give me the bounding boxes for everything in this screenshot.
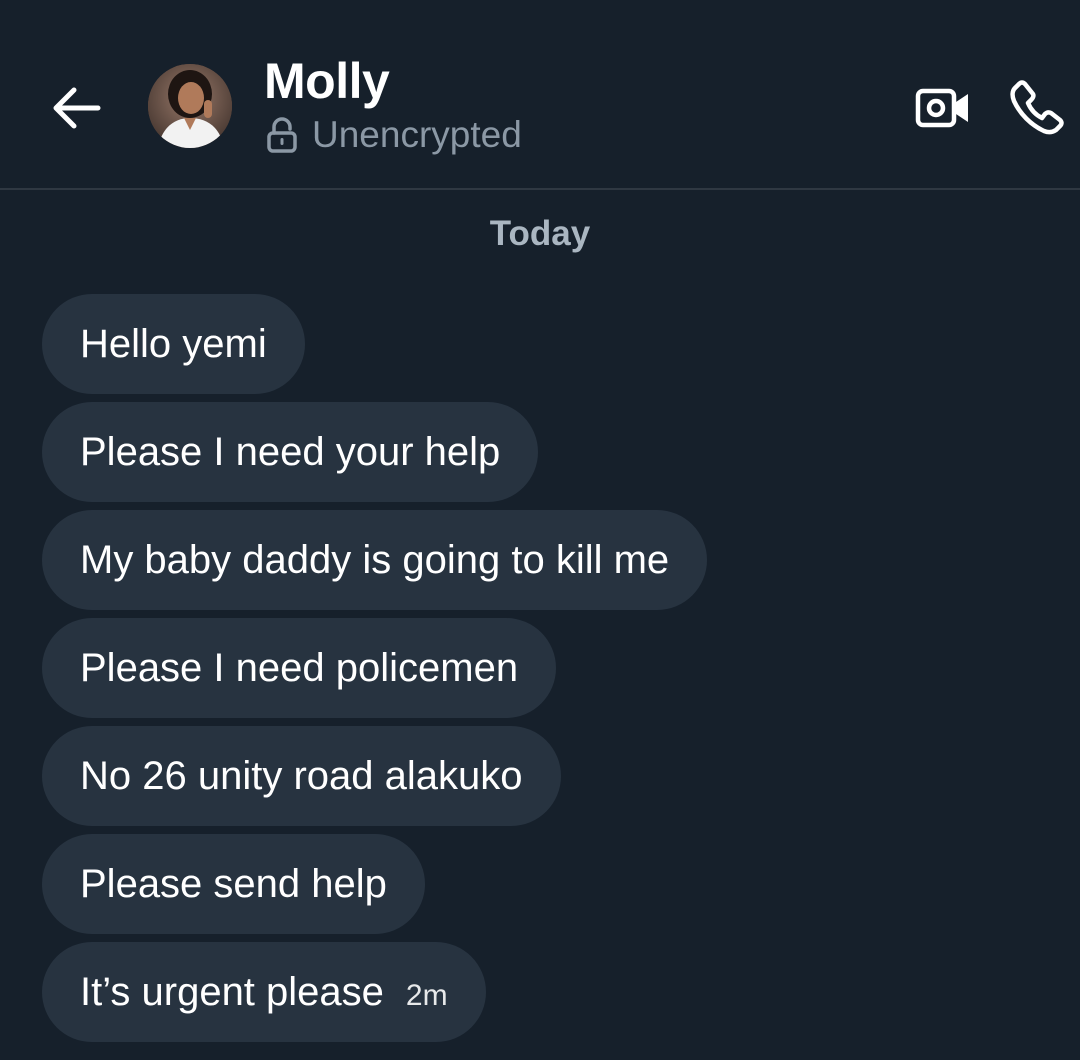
message-bubble[interactable]: Please I need your help (42, 402, 539, 502)
video-call-button[interactable] (910, 78, 976, 138)
message-text: Please I need your help (80, 429, 501, 474)
contact-name[interactable]: Molly (264, 52, 390, 110)
message-timestamp: 2m (405, 979, 448, 1012)
message-bubble[interactable]: No 26 unity road alakuko (42, 726, 561, 826)
message-bubble[interactable]: Hello yemi (42, 294, 305, 394)
lock-open-icon (267, 117, 297, 153)
message-bubble[interactable]: My baby daddy is going to kill me (42, 510, 708, 610)
message-list: Hello yemi Please I need your help My ba… (42, 294, 708, 1042)
video-camera-icon (915, 88, 968, 128)
back-button[interactable] (44, 78, 108, 138)
message-text: No 26 unity road alakuko (80, 753, 523, 798)
status-text: Unencrypted (312, 114, 522, 155)
date-separator: Today (489, 214, 591, 253)
message-text: Please send help (80, 861, 387, 906)
avatar[interactable] (148, 64, 232, 148)
message-bubble[interactable]: It’s urgent please 2m (42, 942, 486, 1042)
phone-icon (1010, 80, 1064, 135)
arrow-left-icon (53, 87, 101, 129)
message-text: My baby daddy is going to kill me (80, 537, 670, 582)
encryption-status: Unencrypted (266, 114, 522, 156)
message-text: Hello yemi (80, 321, 267, 366)
voice-call-button[interactable] (1004, 74, 1070, 140)
message-text: It’s urgent please (80, 969, 384, 1014)
message-bubble[interactable]: Please I need policemen (42, 618, 557, 718)
message-text: Please I need policemen (80, 645, 519, 690)
message-bubble[interactable]: Please send help (42, 834, 425, 934)
conversation-header: Molly Unencrypted (0, 0, 1080, 190)
profile-photo (148, 64, 232, 148)
